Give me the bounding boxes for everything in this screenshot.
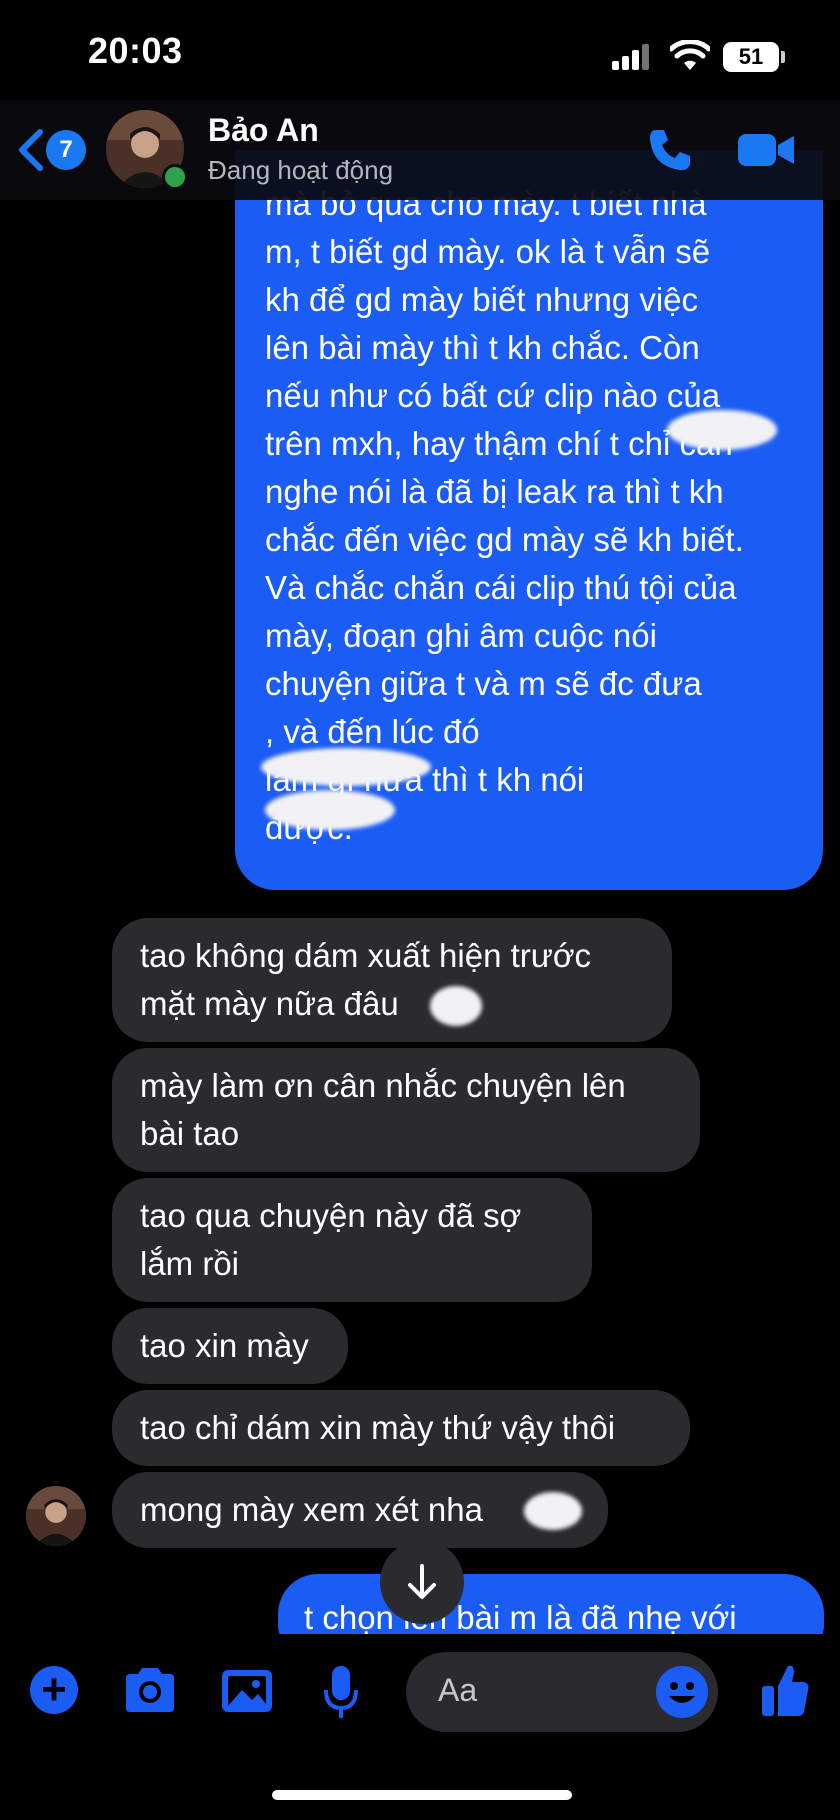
incoming-message[interactable]: tao chỉ dám xin mày thứ vậy thôi	[112, 1390, 690, 1466]
contact-active-status: Đang hoạt động	[208, 155, 394, 185]
redacted-blob	[261, 748, 431, 786]
thumbs-up-icon[interactable]	[760, 1662, 810, 1718]
scroll-to-bottom-button[interactable]	[380, 1540, 464, 1624]
back-chevron-icon[interactable]	[16, 128, 46, 172]
microphone-icon[interactable]	[322, 1664, 360, 1720]
video-call-icon[interactable]	[736, 130, 796, 170]
message-text: tao qua chuyện này đã sợ lắm rồi	[140, 1197, 522, 1282]
message-input-placeholder: Aa	[438, 1672, 478, 1708]
incoming-message[interactable]: tao xin mày	[112, 1308, 348, 1384]
incoming-message[interactable]: tao không dám xuất hiện trước mặt mày nữ…	[112, 918, 672, 1042]
unread-count-badge[interactable]: 7	[46, 130, 86, 170]
message-text: mong mày xem xét nha	[140, 1491, 483, 1528]
sender-avatar[interactable]	[26, 1486, 86, 1546]
battery-tip	[781, 51, 785, 63]
incoming-message[interactable]: mong mày xem xét nha	[112, 1472, 608, 1548]
redacted-blob	[265, 790, 395, 830]
message-text: tao không dám xuất hiện trước mặt mày nữ…	[140, 937, 591, 1022]
wifi-icon	[670, 40, 710, 70]
redacted-blob	[524, 1492, 582, 1530]
status-time: 20:03	[88, 30, 183, 71]
emoji-icon[interactable]	[656, 1666, 708, 1718]
contact-name[interactable]: Bảo An	[208, 112, 319, 149]
cellular-signal-icon	[612, 44, 650, 70]
message-text: mày làm ơn cân nhắc chuyện lên bài tao	[140, 1067, 626, 1152]
message-text: tao chỉ dám xin mày thứ vậy thôi	[140, 1409, 616, 1446]
message-text: tao xin mày	[140, 1327, 309, 1364]
outgoing-message-long[interactable]: mà bỏ qua cho mày. t biết nhà m, t biết …	[235, 150, 823, 890]
avatar-image	[26, 1486, 86, 1546]
phone-call-icon[interactable]	[646, 126, 694, 174]
redacted-blob	[667, 410, 777, 450]
online-status-dot	[162, 164, 188, 190]
photo-gallery-icon[interactable]	[220, 1668, 274, 1714]
battery-indicator: 51	[723, 42, 779, 72]
incoming-message[interactable]: tao qua chuyện này đã sợ lắm rồi	[112, 1178, 592, 1302]
incoming-message[interactable]: mày làm ơn cân nhắc chuyện lên bài tao	[112, 1048, 700, 1172]
plus-icon[interactable]: +	[30, 1666, 78, 1714]
home-indicator	[272, 1790, 572, 1800]
camera-icon[interactable]	[122, 1666, 178, 1714]
arrow-down-icon	[408, 1564, 436, 1599]
redacted-blob	[430, 986, 482, 1026]
